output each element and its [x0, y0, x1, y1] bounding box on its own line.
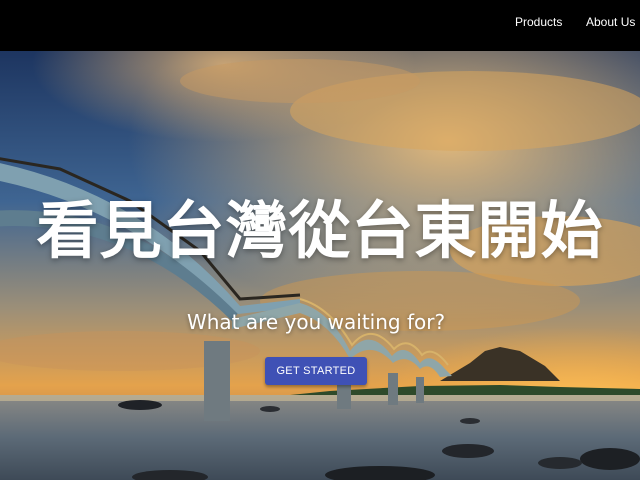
- get-started-button[interactable]: GET STARTED: [265, 357, 367, 385]
- hero-subtitle: What are you waiting for?: [186, 310, 446, 334]
- hero-title: 看見台灣從台東開始: [36, 194, 604, 267]
- nav-link-about-us[interactable]: About Us: [586, 15, 635, 29]
- hero-section: 看見台灣從台東開始 What are you waiting for? GET …: [0, 51, 640, 480]
- nav-link-products[interactable]: Products: [515, 15, 562, 29]
- top-navbar: Products About Us: [0, 0, 640, 51]
